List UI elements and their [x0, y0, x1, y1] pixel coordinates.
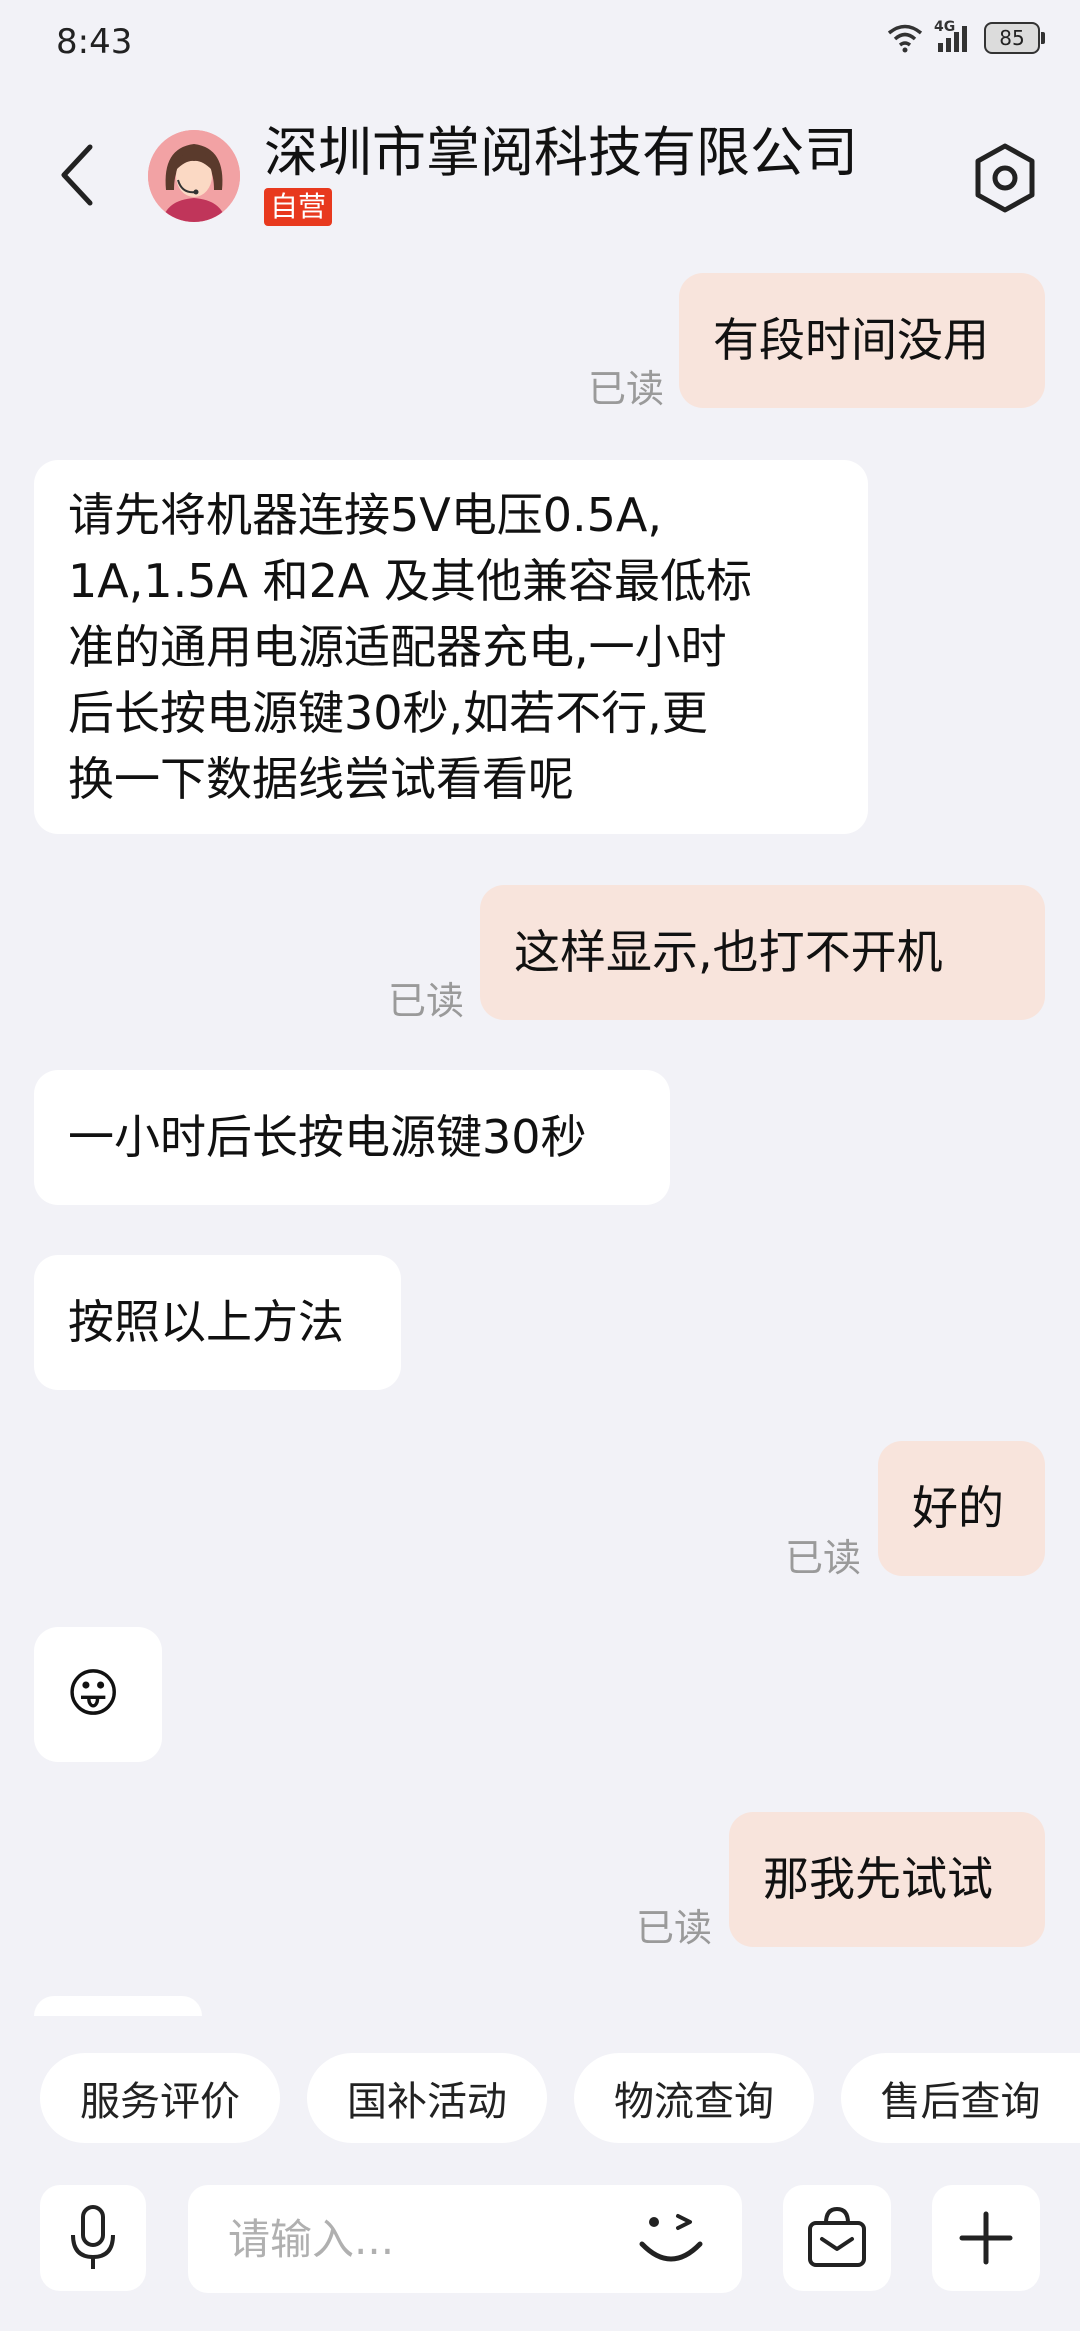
- status-icons: 4G 85: [886, 19, 1045, 54]
- message-text: 按照以上方法: [68, 1295, 344, 1349]
- self-operated-badge: 自营: [264, 188, 333, 226]
- wink-emoji-icon: [639, 2214, 703, 2262]
- avatar[interactable]: [148, 130, 240, 222]
- settings-button[interactable]: [970, 140, 1040, 216]
- microphone-icon: [71, 2205, 115, 2269]
- signal-icon: 4G: [934, 19, 974, 53]
- battery-icon: 85: [984, 22, 1045, 54]
- shop-title: 深圳市掌阅科技有限公司: [264, 121, 858, 184]
- message-bubble[interactable]: 请先将机器连接5V电压0.5A, 1A,1.5A 和2A 及其他兼容最低标 准的…: [34, 460, 868, 834]
- message-line: 准的通用电源适配器充电,一小时: [68, 620, 727, 674]
- read-receipt: 已读: [636, 1906, 713, 1950]
- emoji: 😛: [66, 1664, 121, 1724]
- message-bubble[interactable]: 有段时间没用: [679, 273, 1045, 408]
- quick-action-after-sales[interactable]: 售后查询: [841, 2053, 1080, 2143]
- message-text: 这样显示,也打不开机: [514, 925, 943, 979]
- message-text: 一小时后长按电源键30秒: [68, 1110, 587, 1164]
- read-receipt: 已读: [388, 979, 465, 1023]
- message-text: 有段时间没用: [713, 313, 989, 367]
- agent-avatar-icon: [148, 130, 240, 222]
- input-bar: [0, 2170, 1080, 2331]
- message-text: 好的: [912, 1481, 1004, 1535]
- status-bar: 8:43 4G 85: [0, 0, 1080, 90]
- status-time: 8:43: [56, 22, 133, 62]
- quick-action-subsidy[interactable]: 国补活动: [307, 2053, 547, 2143]
- wifi-icon: [887, 24, 923, 53]
- quick-action-logistics[interactable]: 物流查询: [574, 2053, 814, 2143]
- partial-message-bubble: [34, 1996, 202, 2016]
- quick-action-service-review[interactable]: 服务评价: [40, 2053, 280, 2143]
- voice-button[interactable]: [40, 2185, 146, 2291]
- shopping-bag-icon: [808, 2206, 866, 2267]
- message-text: 那我先试试: [763, 1852, 993, 1906]
- chevron-left-icon: [61, 144, 93, 206]
- back-button[interactable]: [50, 135, 110, 215]
- message-bubble[interactable]: 好的: [878, 1441, 1045, 1576]
- order-bag-button[interactable]: [783, 2185, 891, 2291]
- plus-icon: [959, 2211, 1013, 2265]
- message-line: 请先将机器连接5V电压0.5A,: [68, 488, 662, 542]
- message-bubble[interactable]: 按照以上方法: [34, 1255, 401, 1390]
- hexagon-settings-icon: [975, 143, 1035, 213]
- message-line: 1A,1.5A 和2A 及其他兼容最低标: [68, 554, 752, 608]
- message-bubble[interactable]: 那我先试试: [729, 1812, 1045, 1947]
- message-bubble[interactable]: 这样显示,也打不开机: [480, 885, 1045, 1020]
- chat-header: 深圳市掌阅科技有限公司 自营: [0, 90, 1080, 260]
- battery-level: 85: [999, 26, 1025, 50]
- message-line: 后长按电源键30秒,如若不行,更: [68, 686, 708, 740]
- more-button[interactable]: [932, 2185, 1040, 2291]
- message-bubble[interactable]: 😛: [34, 1627, 162, 1762]
- read-receipt: 已读: [785, 1536, 862, 1580]
- message-line: 换一下数据线尝试看看呢: [68, 752, 574, 806]
- read-receipt: 已读: [588, 367, 665, 411]
- emoji-button[interactable]: [630, 2198, 712, 2280]
- message-bubble[interactable]: 一小时后长按电源键30秒: [34, 1070, 670, 1205]
